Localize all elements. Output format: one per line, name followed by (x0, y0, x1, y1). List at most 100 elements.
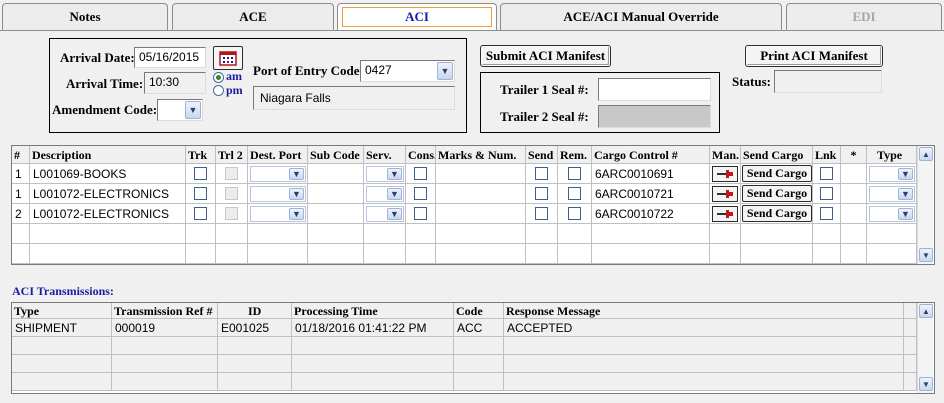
row-description[interactable]: L001072-ELECTRONICS (30, 184, 186, 204)
table-cell (558, 244, 592, 264)
table-cell (12, 224, 30, 244)
tab-notes[interactable]: Notes (2, 3, 168, 30)
col-serv: Serv. (364, 146, 406, 164)
table-row[interactable]: 1 L001069-BOOKS ▼ ▼ 6ARC0010691 Send Cargo ▼ (12, 164, 917, 184)
table-cell (308, 224, 364, 244)
table-cell (904, 355, 917, 373)
trk-checkbox[interactable] (194, 167, 207, 180)
table-cell (364, 224, 406, 244)
table-cell (30, 244, 186, 264)
table-cell (436, 164, 526, 184)
scroll-down-icon[interactable]: ▼ (919, 377, 933, 391)
table-cell (248, 244, 308, 264)
arrival-time-field[interactable]: 10:30 (144, 72, 206, 94)
chevron-down-icon: ▼ (898, 188, 913, 200)
table-cell (216, 224, 248, 244)
col-type: Type (867, 146, 917, 164)
type-select[interactable]: ▼ (869, 166, 915, 182)
manifest-pin-icon (717, 170, 733, 178)
table-cell (813, 224, 841, 244)
type-select[interactable]: ▼ (869, 206, 915, 222)
table-row-empty (12, 355, 917, 373)
calendar-button[interactable] (213, 46, 243, 70)
col-lnk: Lnk (813, 146, 841, 164)
send-cargo-button[interactable]: Send Cargo (742, 205, 812, 222)
cons-checkbox[interactable] (414, 187, 427, 200)
port-code-value: 0427 (365, 63, 392, 77)
scroll-up-icon[interactable]: ▲ (919, 147, 933, 161)
col-send-cargo: Send Cargo (741, 146, 813, 164)
tab-edi-label: EDI (852, 9, 876, 24)
arrival-date-field[interactable]: 05/16/2015 (134, 47, 206, 68)
tab-ace-aci-manual-override[interactable]: ACE/ACI Manual Override (500, 3, 782, 30)
table-cell (741, 224, 813, 244)
dest-port-select[interactable]: ▼ (250, 186, 306, 202)
row-type: SHIPMENT (12, 319, 112, 337)
lnk-checkbox[interactable] (820, 167, 833, 180)
submit-aci-manifest-button[interactable]: Submit ACI Manifest (480, 45, 611, 67)
scroll-up-icon[interactable]: ▲ (919, 304, 933, 318)
am-radio[interactable] (213, 72, 224, 83)
row-description[interactable]: L001072-ELECTRONICS (30, 204, 186, 224)
table-cell (841, 164, 867, 184)
tcol-response-message: Response Message (504, 303, 904, 319)
col-num: # (12, 146, 30, 164)
table-cell (248, 224, 308, 244)
row-cargo-control: 6ARC0010721 (592, 184, 710, 204)
port-code-select[interactable]: 0427 ▼ (360, 60, 455, 82)
tcol-id: ID (218, 303, 292, 319)
trailer1-seal-field[interactable] (598, 78, 711, 101)
serv-select[interactable]: ▼ (366, 206, 404, 222)
rem-checkbox[interactable] (568, 207, 581, 220)
tab-aci[interactable]: ACI (337, 3, 497, 30)
amendment-code-select[interactable]: ▼ (157, 99, 203, 121)
trk-checkbox[interactable] (194, 187, 207, 200)
cons-checkbox[interactable] (414, 167, 427, 180)
serv-select[interactable]: ▼ (366, 166, 404, 182)
send-checkbox[interactable] (535, 187, 548, 200)
col-man: Man. (710, 146, 741, 164)
table-cell (710, 224, 741, 244)
tab-override-label: ACE/ACI Manual Override (563, 9, 719, 24)
rem-checkbox[interactable] (568, 187, 581, 200)
manifest-pin-icon (717, 210, 733, 218)
tab-ace[interactable]: ACE (172, 3, 334, 30)
table-cell (406, 244, 436, 264)
dest-port-select[interactable]: ▼ (250, 166, 306, 182)
send-checkbox[interactable] (535, 207, 548, 220)
type-select[interactable]: ▼ (869, 186, 915, 202)
row-number: 1 (12, 164, 30, 184)
table-row[interactable]: 1 L001072-ELECTRONICS ▼ ▼ 6ARC0010721 Send Ca… (12, 184, 917, 204)
pm-radio[interactable] (213, 85, 224, 96)
serv-select[interactable]: ▼ (366, 186, 404, 202)
manifest-button[interactable] (712, 206, 738, 222)
send-cargo-button[interactable]: Send Cargo (742, 165, 812, 182)
cons-checkbox[interactable] (414, 207, 427, 220)
print-aci-manifest-button[interactable]: Print ACI Manifest (745, 45, 883, 67)
table-row[interactable]: 2 L001072-ELECTRONICS ▼ ▼ 6ARC0010722 Send Ca… (12, 204, 917, 224)
table-cell (454, 355, 504, 373)
send-cargo-button[interactable]: Send Cargo (742, 185, 812, 202)
lnk-checkbox[interactable] (820, 187, 833, 200)
manifest-button[interactable] (712, 186, 738, 202)
rem-checkbox[interactable] (568, 167, 581, 180)
lnk-checkbox[interactable] (820, 207, 833, 220)
scroll-down-icon[interactable]: ▼ (919, 248, 933, 262)
table-row-empty (12, 224, 917, 244)
table-row-empty (12, 373, 917, 391)
row-description[interactable]: L001069-BOOKS (30, 164, 186, 184)
tcol-type: Type (12, 303, 112, 319)
chevron-down-icon: ▼ (185, 101, 201, 119)
table-cell (308, 164, 364, 184)
manifest-button[interactable] (712, 166, 738, 182)
send-checkbox[interactable] (535, 167, 548, 180)
tab-aci-label: ACI (342, 7, 492, 27)
row-number: 2 (12, 204, 30, 224)
trk-checkbox[interactable] (194, 207, 207, 220)
cargo-grid-scrollbar[interactable]: ▲ ▼ (917, 146, 933, 264)
table-row[interactable]: SHIPMENT 000019 E001025 01/18/2016 01:41:22… (12, 319, 917, 337)
pm-label: pm (226, 83, 243, 97)
transmissions-scrollbar[interactable]: ▲ ▼ (917, 303, 933, 393)
trailer2-seal-field (598, 105, 711, 128)
dest-port-select[interactable]: ▼ (250, 206, 306, 222)
